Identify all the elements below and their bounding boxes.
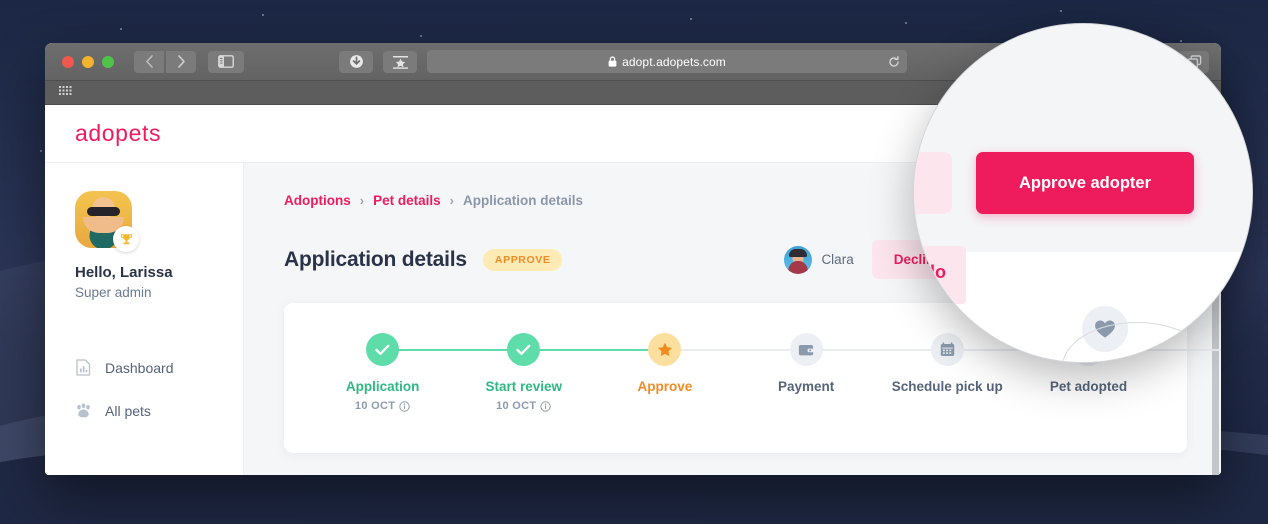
step-label: Payment <box>777 379 835 394</box>
page-title: Application details <box>284 247 467 271</box>
sidebar-toggle-button[interactable] <box>208 50 244 73</box>
sidebar-item-all-pets[interactable]: All pets <box>45 389 243 432</box>
check-icon <box>516 344 531 355</box>
app-logo[interactable]: adopets <box>75 120 161 147</box>
desktop-wallpaper: adopt.adopets.com adopets Hello, Larissa… <box>0 0 1268 524</box>
url-text: adopt.adopets.com <box>622 54 726 69</box>
star <box>420 35 422 37</box>
sidebar-nav: Dashboard All pets <box>45 346 243 432</box>
user-role: Super admin <box>75 285 152 300</box>
apps-grid-icon[interactable] <box>59 86 75 99</box>
magnifier-lens: Approve adopter cline ado <box>913 23 1253 363</box>
step-date: 10 OCT <box>496 400 552 412</box>
reviewer-name: Clara <box>821 252 854 267</box>
breadcrumb-item-pet-details[interactable]: Pet details <box>373 193 441 208</box>
sidebar-item-label: All pets <box>105 402 151 419</box>
step-label: Application <box>345 379 420 394</box>
trophy-badge-icon <box>113 226 139 252</box>
reviewer-avatar <box>784 245 813 274</box>
step-label: Start review <box>485 379 563 394</box>
star <box>1060 10 1062 12</box>
step-circle <box>648 333 682 366</box>
reviewer[interactable]: Clara <box>784 245 854 274</box>
step-date-text: 10 OCT <box>496 400 537 412</box>
lock-icon <box>608 56 617 67</box>
downloads-icon <box>349 55 363 68</box>
back-button[interactable] <box>134 50 164 73</box>
minimize-window-button[interactable] <box>82 55 94 68</box>
app-sidebar: Hello, Larissa Super admin Dashboard All… <box>45 163 244 475</box>
window-controls[interactable] <box>62 55 114 68</box>
info-icon[interactable] <box>540 400 552 412</box>
step-circle <box>507 333 541 366</box>
wallet-icon <box>798 344 814 355</box>
step-circle <box>366 333 400 366</box>
reading-list-icon <box>392 55 408 69</box>
step-label: Approve <box>637 379 693 394</box>
reading-list-button[interactable] <box>383 50 417 73</box>
breadcrumb-item-application-details: Application details <box>462 193 583 208</box>
chart-document-icon <box>75 359 92 376</box>
info-icon[interactable] <box>399 400 410 412</box>
user-greeting: Hello, Larissa <box>75 264 173 281</box>
close-window-button[interactable] <box>62 55 74 68</box>
step-payment[interactable]: Payment <box>736 333 877 412</box>
star <box>690 18 692 20</box>
downloads-button[interactable] <box>339 50 373 73</box>
reload-icon <box>889 55 899 67</box>
star <box>905 22 907 24</box>
check-icon <box>375 344 390 355</box>
sidebar-item-label: Dashboard <box>105 359 174 376</box>
paw-icon <box>75 402 92 419</box>
breadcrumb-item-adoptions[interactable]: Adoptions <box>284 193 351 208</box>
reload-button[interactable] <box>888 55 900 68</box>
status-badge: APPROVE <box>482 248 563 271</box>
toolbar-extra-buttons[interactable] <box>339 50 417 73</box>
magnified-decline-text: cline ado <box>914 262 947 282</box>
chevron-right-icon <box>177 55 185 68</box>
step-approve[interactable]: Approve <box>594 333 735 412</box>
step-date-text: 10 OCT <box>354 400 396 412</box>
sidebar-item-dashboard[interactable]: Dashboard <box>45 346 243 389</box>
star-icon <box>657 342 672 357</box>
maximize-window-button[interactable] <box>102 55 114 68</box>
forward-button[interactable] <box>166 50 196 73</box>
step-label: Pet adopted <box>1049 379 1128 394</box>
step-start-review[interactable]: Start review 10 OCT <box>453 333 594 412</box>
step-label: Schedule pick up <box>891 379 1003 394</box>
step-application[interactable]: Application 10 OCT <box>312 333 453 412</box>
magnified-approve-adopter-button[interactable]: Approve adopter <box>976 152 1194 214</box>
navigation-buttons[interactable] <box>134 50 196 73</box>
star <box>40 150 42 152</box>
step-circle <box>789 333 823 366</box>
magnified-decline-button-edge <box>914 152 952 214</box>
avatar[interactable] <box>75 191 139 252</box>
chevron-left-icon <box>145 55 153 68</box>
step-date: 10 OCT <box>355 400 410 412</box>
star <box>262 14 264 16</box>
address-bar[interactable]: adopt.adopets.com <box>427 50 907 73</box>
star <box>120 28 122 30</box>
sidebar-toggle-icon <box>218 55 234 68</box>
breadcrumb-separator: › <box>359 193 365 208</box>
breadcrumb-separator: › <box>449 193 454 208</box>
